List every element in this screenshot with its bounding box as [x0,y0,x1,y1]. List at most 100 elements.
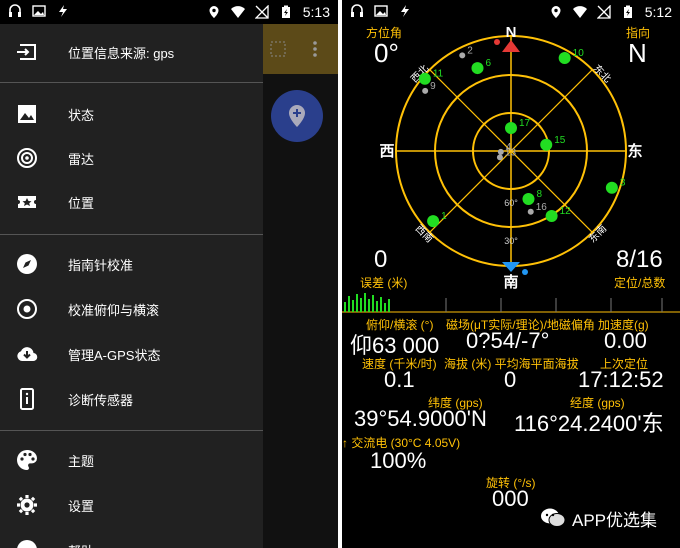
satellite-marker [527,208,534,215]
drawer-item-theme[interactable]: 主题 [0,438,263,482]
drawer-item-label: 校准俯仰与横滚 [68,302,160,318]
drawer-divider [0,82,263,83]
snr-bar-strip [342,293,680,313]
error-label: 误差 (米) [360,276,408,290]
error-value: 0 [374,246,388,273]
satellite-marker [497,148,504,155]
drawer-item-label: 帮助 [68,541,94,548]
drawer-item-label: 设置 [68,498,95,514]
satellite-marker [540,138,553,151]
satellite-id-label: 12 [560,206,572,217]
compass-icon [17,254,37,274]
image-icon [374,5,388,17]
drawer-item-diagnose-sensors[interactable]: 诊断传感器 [0,377,263,421]
satellite-id-label: 17 [519,118,531,129]
satellite-15: 15 [540,135,566,151]
wechat-icon [541,508,566,527]
satellite-marker [496,154,503,161]
headset-icon [9,4,21,17]
drawer-item-label: 诊断传感器 [68,392,134,408]
wifi-icon [572,6,587,18]
add-location-icon [289,105,305,127]
flash-icon [401,5,409,17]
speed-value: 0.1 [384,367,415,392]
satellite-id-label: 3 [620,178,626,189]
drawer-item-agps[interactable]: 管理A-GPS状态 [0,332,263,376]
last-fix-value: 17:12:52 [578,367,664,392]
satellite-marker [427,215,440,228]
flash-icon [59,5,67,17]
satellite-marker [459,52,466,59]
satellite-id-label: 2 [467,45,473,56]
satellite-marker [418,72,431,85]
drawer-item-location-source[interactable]: 位置信息来源: gps [0,30,263,74]
fix-value: 8/16 [616,246,663,273]
battery-charging-icon [281,5,290,18]
satellite-10: 10 [558,48,585,65]
north-arrow-icon [502,40,520,52]
ring-label-30: 30° [504,236,518,246]
cloud-download-icon [17,347,38,362]
magnetic-value: 0?54/-7° [466,328,550,353]
drawer-item-help[interactable]: 帮助 [0,528,263,548]
drawer-item-position[interactable]: 位置 [0,180,263,224]
drawer-divider [0,430,263,431]
radar-icon [17,148,37,168]
bearing-dot [494,39,500,45]
drawer-item-label: 位置 [68,195,95,211]
satellite-id-label: 13 [505,147,517,158]
drawer-item-radar[interactable]: 雷达 [0,136,263,180]
navigation-drawer: 位置信息来源: gps 状态 雷达 位置 指南针校准 校准俯仰与横滚 管理A-G… [0,24,263,548]
status-bar: 5:13 [0,0,338,24]
satellite-marker [471,62,484,75]
battery-value: 100% [370,448,427,473]
latitude-value: 39°54.9000'N [354,406,487,431]
add-location-fab [271,90,323,142]
drawer-item-status[interactable]: 状态 [0,92,263,136]
satellite-id-label: 16 [536,202,548,213]
palette-icon [17,450,37,470]
drawer-item-label: 主题 [68,453,95,469]
drawer-item-label: 管理A-GPS状态 [68,347,161,363]
help-icon [17,540,37,548]
rotation-value: 000 [492,486,529,511]
longitude-value: 116°24.2400'东 [514,411,664,436]
satellite-id-label: 1 [441,211,447,222]
status-time: 5:13 [302,4,330,20]
satellite-id-label: 9 [430,81,436,92]
device-info-icon [20,388,34,410]
compass-ne: 东北 [591,62,614,85]
satellite-marker [605,181,618,194]
ring-label-60: 60° [504,198,518,208]
drawer-item-label: 位置信息来源: gps [68,45,175,61]
satellite-6: 6 [471,58,491,75]
satellite-id-label: 10 [573,48,585,59]
south-arrow-icon [502,262,520,272]
drawer-item-label: 指南针校准 [68,257,134,273]
headset-icon [351,4,363,17]
direction-value: N [628,38,647,68]
compass-e: 东 [627,142,642,160]
satellite-1: 1 [427,211,447,228]
drawer-item-settings[interactable]: 设置 [0,483,263,527]
altitude-value: 0 [504,367,517,392]
status-time: 5:12 [644,4,672,20]
drawer-item-label: 雷达 [68,151,95,167]
watermark: APP优选集 [540,504,657,532]
satellite-marker [558,52,571,65]
right-screen: 5:12 N 南 西 东 西北 东北 西南 东南 60° 30° 2 6 11 9 10… [342,0,680,548]
image-icon [32,5,46,17]
fix-label: 定位/总数 [614,276,666,290]
drawer-item-compass-calibration[interactable]: 指南针校准 [0,242,263,286]
drawer-item-label: 状态 [68,107,95,123]
satellite-marker [505,122,517,134]
grid-icon [270,41,286,57]
image-icon [18,105,36,123]
background-app [263,24,338,548]
satellite-marker [522,193,535,206]
satellite-id-label: 6 [485,58,491,69]
satellite-marker [422,87,429,94]
location-pin-icon [209,6,219,18]
battery-charging-icon [623,5,632,18]
drawer-item-pitch-roll-calibration[interactable]: 校准俯仰与横滚 [0,287,263,331]
